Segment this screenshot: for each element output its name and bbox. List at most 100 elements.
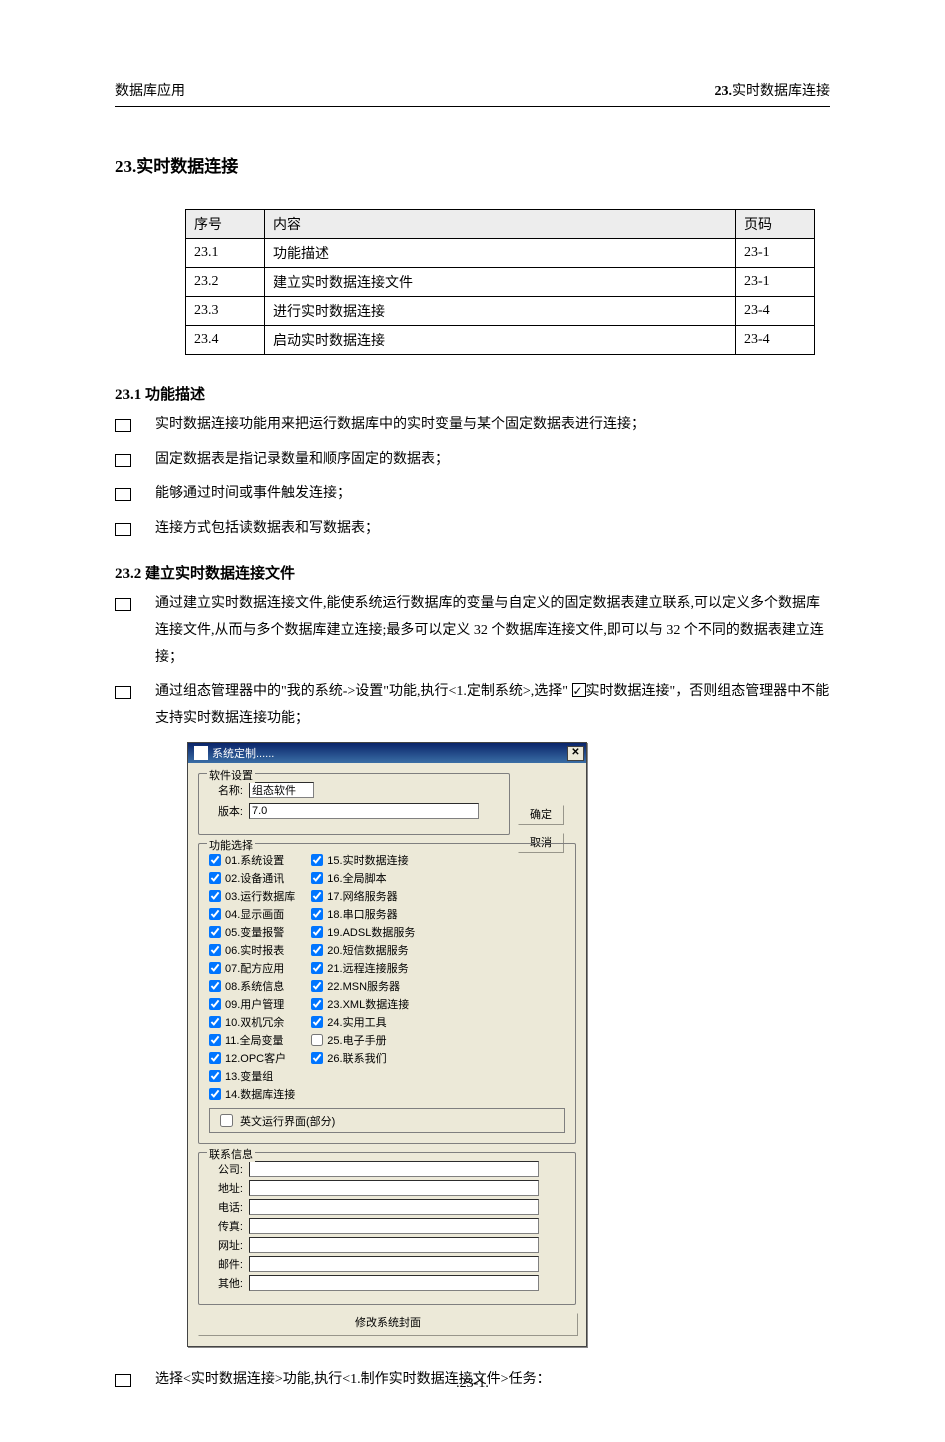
toc-title: 功能描述 xyxy=(265,239,736,268)
feature-label: 25.电子手册 xyxy=(327,1032,386,1048)
feature-select-group: 功能选择 01.系统设置02.设备通讯03.运行数据库04.显示画面05.变量报… xyxy=(198,843,576,1144)
checkbox-input[interactable] xyxy=(209,1016,221,1028)
header-left: 数据库应用 xyxy=(115,80,185,100)
checkbox-input[interactable] xyxy=(311,872,323,884)
checkbox-input[interactable] xyxy=(311,980,323,992)
square-bullet-icon xyxy=(115,598,131,611)
checkbox-input[interactable] xyxy=(311,908,323,920)
contact-field[interactable] xyxy=(249,1199,539,1215)
checkbox-input[interactable] xyxy=(311,1052,323,1064)
checkbox-input[interactable] xyxy=(209,908,221,920)
group-label: 功能选择 xyxy=(207,837,255,853)
checkbox-input[interactable] xyxy=(209,1070,221,1082)
feature-checkbox[interactable]: 22.MSN服务器 xyxy=(311,978,415,994)
feature-label: 01.系统设置 xyxy=(225,852,284,868)
feature-checkbox[interactable]: 18.串口服务器 xyxy=(311,906,415,922)
section-23-1-heading: 23.1 功能描述 xyxy=(115,383,830,404)
checkbox-input[interactable] xyxy=(311,926,323,938)
feature-checkbox[interactable]: 14.数据库连接 xyxy=(209,1086,295,1102)
checkbox-input[interactable] xyxy=(209,854,221,866)
close-icon[interactable]: ✕ xyxy=(567,746,584,761)
dialog-titlebar: 系统定制...... ✕ xyxy=(188,743,586,763)
checkbox-input[interactable] xyxy=(209,962,221,974)
header-rule xyxy=(115,106,830,107)
group-label: 联系信息 xyxy=(207,1146,255,1162)
name-field[interactable] xyxy=(249,782,314,798)
contact-info-group: 联系信息 公司:地址:电话:传真:网址:邮件:其他: xyxy=(198,1152,576,1305)
toc-h-page: 页码 xyxy=(736,210,815,239)
contact-field[interactable] xyxy=(249,1237,539,1253)
feature-checkbox[interactable]: 23.XML数据连接 xyxy=(311,996,415,1012)
contact-label: 网址: xyxy=(209,1237,243,1253)
feature-checkbox[interactable]: 16.全局脚本 xyxy=(311,870,415,886)
bullet-item: 能够通过时间或事件触发连接； xyxy=(115,481,830,508)
version-field[interactable] xyxy=(249,803,479,819)
feature-checkbox[interactable]: 12.OPC客户 xyxy=(209,1050,295,1066)
feature-label: 12.OPC客户 xyxy=(225,1050,286,1066)
feature-checkbox[interactable]: 10.双机冗余 xyxy=(209,1014,295,1030)
contact-field[interactable] xyxy=(249,1256,539,1272)
toc-num: 23.2 xyxy=(186,268,265,297)
checkbox-input[interactable] xyxy=(209,1034,221,1046)
toc-title: 进行实时数据连接 xyxy=(265,297,736,326)
checkbox-input[interactable] xyxy=(209,944,221,956)
feature-checkbox[interactable]: 11.全局变量 xyxy=(209,1032,295,1048)
feature-checkbox[interactable]: 01.系统设置 xyxy=(209,852,295,868)
checkbox-input[interactable] xyxy=(209,980,221,992)
modify-cover-button[interactable]: 修改系统封面 xyxy=(198,1313,578,1336)
bullet-item: 连接方式包括读数据表和写数据表； xyxy=(115,516,830,543)
contact-label: 其他: xyxy=(209,1275,243,1291)
toc-row: 23.2建立实时数据连接文件23-1 xyxy=(186,268,815,297)
feature-checkbox[interactable]: 17.网络服务器 xyxy=(311,888,415,904)
version-label: 版本: xyxy=(209,803,243,819)
contact-label: 公司: xyxy=(209,1161,243,1177)
checkbox-input[interactable] xyxy=(311,854,323,866)
checkbox-input[interactable] xyxy=(209,1052,221,1064)
feature-checkbox[interactable]: 24.实用工具 xyxy=(311,1014,415,1030)
feature-checkbox[interactable]: 07.配方应用 xyxy=(209,960,295,976)
feature-checkbox[interactable]: 26.联系我们 xyxy=(311,1050,415,1066)
ok-button[interactable]: 确定 xyxy=(518,805,564,825)
checkbox-input[interactable] xyxy=(311,890,323,902)
checkbox-input[interactable] xyxy=(311,998,323,1010)
feature-checkbox[interactable]: 15.实时数据连接 xyxy=(311,852,415,868)
feature-label: 23.XML数据连接 xyxy=(327,996,409,1012)
checkbox-input[interactable] xyxy=(209,890,221,902)
checkbox-input[interactable] xyxy=(311,962,323,974)
feature-checkbox[interactable]: 13.变量组 xyxy=(209,1068,295,1084)
contact-field[interactable] xyxy=(249,1218,539,1234)
feature-checkbox[interactable]: 08.系统信息 xyxy=(209,978,295,994)
name-label: 名称: xyxy=(209,782,243,798)
contact-field[interactable] xyxy=(249,1180,539,1196)
feature-checkbox[interactable]: 05.变量报警 xyxy=(209,924,295,940)
english-ui-checkbox[interactable]: 英文运行界面(部分) xyxy=(209,1108,565,1133)
checkbox-input[interactable] xyxy=(209,872,221,884)
checkbox-input[interactable] xyxy=(209,1088,221,1100)
chapter-title: 23.实时数据连接 xyxy=(115,152,830,177)
feature-checkbox[interactable]: 25.电子手册 xyxy=(311,1032,415,1048)
contact-field[interactable] xyxy=(249,1275,539,1291)
feature-label: 26.联系我们 xyxy=(327,1050,386,1066)
dialog-body: 确定 取消 软件设置 名称: 版本: 功能选择 01.系统设置02.设 xyxy=(188,763,586,1346)
checkbox-input[interactable] xyxy=(311,1034,323,1046)
feature-label: 11.全局变量 xyxy=(225,1032,283,1048)
checkbox-input[interactable] xyxy=(311,944,323,956)
checkbox-input[interactable] xyxy=(311,1016,323,1028)
contact-label: 电话: xyxy=(209,1199,243,1215)
checkbox-input[interactable] xyxy=(220,1114,233,1127)
contact-row: 其他: xyxy=(209,1275,565,1291)
bullet-item: 通过建立实时数据连接文件,能使系统运行数据库的变量与自定义的固定数据表建立联系,… xyxy=(115,591,830,671)
feature-label: 21.远程连接服务 xyxy=(327,960,408,976)
feature-checkbox[interactable]: 20.短信数据服务 xyxy=(311,942,415,958)
feature-label: 02.设备通讯 xyxy=(225,870,284,886)
feature-checkbox[interactable]: 21.远程连接服务 xyxy=(311,960,415,976)
feature-checkbox[interactable]: 04.显示画面 xyxy=(209,906,295,922)
feature-checkbox[interactable]: 02.设备通讯 xyxy=(209,870,295,886)
feature-checkbox[interactable]: 09.用户管理 xyxy=(209,996,295,1012)
checkbox-input[interactable] xyxy=(209,998,221,1010)
checkbox-input[interactable] xyxy=(209,926,221,938)
feature-checkbox[interactable]: 06.实时报表 xyxy=(209,942,295,958)
feature-checkbox[interactable]: 03.运行数据库 xyxy=(209,888,295,904)
feature-checkbox[interactable]: 19.ADSL数据服务 xyxy=(311,924,415,940)
contact-field[interactable] xyxy=(249,1161,539,1177)
